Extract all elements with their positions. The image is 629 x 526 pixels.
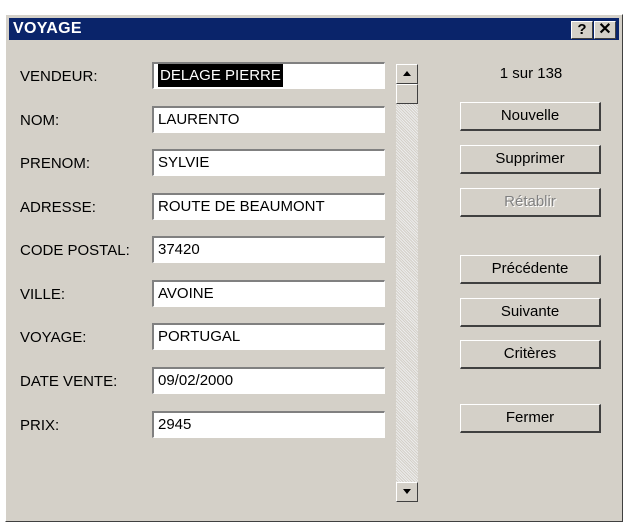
label-vendeur: VENDEUR: bbox=[20, 68, 98, 85]
suivante-button[interactable]: Suivante bbox=[460, 298, 601, 327]
scroll-down-button[interactable] bbox=[396, 482, 418, 502]
label-code-postal: CODE POSTAL: bbox=[20, 242, 130, 259]
label-prenom: PRENOM: bbox=[20, 155, 91, 172]
label-date-vente: DATE VENTE: bbox=[20, 373, 118, 390]
label-prix: PRIX: bbox=[20, 417, 60, 434]
adresse-value: ROUTE DE BEAUMONT bbox=[158, 198, 325, 215]
label-ville: VILLE: bbox=[20, 286, 66, 303]
help-button[interactable]: ? bbox=[571, 21, 593, 39]
arrow-up-icon bbox=[403, 71, 411, 76]
fermer-button[interactable]: Fermer bbox=[460, 404, 601, 433]
help-icon: ? bbox=[577, 21, 587, 38]
nom-value: LAURENTO bbox=[158, 111, 240, 128]
scrollbar-thumb[interactable] bbox=[396, 84, 418, 104]
title-bar[interactable]: VOYAGE ? ✕ bbox=[9, 18, 619, 40]
adresse-field[interactable]: ROUTE DE BEAUMONT bbox=[152, 193, 385, 220]
label-adresse: ADRESSE: bbox=[20, 199, 96, 216]
prix-field[interactable]: 2945 bbox=[152, 411, 385, 438]
scroll-up-button[interactable] bbox=[396, 64, 418, 84]
date-vente-value: 09/02/2000 bbox=[158, 372, 234, 389]
vendeur-field[interactable]: DELAGE PIERRE bbox=[152, 62, 385, 89]
prenom-field[interactable]: SYLVIE bbox=[152, 149, 385, 176]
label-nom: NOM: bbox=[20, 112, 60, 129]
ville-field[interactable]: AVOINE bbox=[152, 280, 385, 307]
voyage-field[interactable]: PORTUGAL bbox=[152, 323, 385, 350]
nom-field[interactable]: LAURENTO bbox=[152, 106, 385, 133]
arrow-down-icon bbox=[403, 489, 411, 494]
precedente-button[interactable]: Précédente bbox=[460, 255, 601, 284]
close-button[interactable]: ✕ bbox=[594, 21, 616, 39]
criteres-button[interactable]: Critères bbox=[460, 340, 601, 369]
window-title: VOYAGE bbox=[13, 20, 82, 37]
ville-value: AVOINE bbox=[158, 285, 214, 302]
prix-value: 2945 bbox=[158, 416, 192, 433]
retablir-button[interactable]: Rétablir bbox=[460, 188, 601, 217]
code-postal-value: 37420 bbox=[158, 241, 200, 258]
record-counter: 1 sur 138 bbox=[499, 65, 563, 82]
supprimer-button[interactable]: Supprimer bbox=[460, 145, 601, 174]
dialog-window: VOYAGE ? ✕ VENDEUR: NOM: PRENOM: ADRESSE… bbox=[5, 14, 623, 522]
voyage-value: PORTUGAL bbox=[158, 328, 241, 345]
close-icon: ✕ bbox=[598, 21, 612, 38]
label-voyage: VOYAGE: bbox=[20, 329, 87, 346]
vendeur-value: DELAGE PIERRE bbox=[158, 64, 283, 87]
scrollbar-track[interactable] bbox=[396, 64, 418, 502]
prenom-value: SYLVIE bbox=[158, 154, 210, 171]
date-vente-field[interactable]: 09/02/2000 bbox=[152, 367, 385, 394]
nouvelle-button[interactable]: Nouvelle bbox=[460, 102, 601, 131]
code-postal-field[interactable]: 37420 bbox=[152, 236, 385, 263]
